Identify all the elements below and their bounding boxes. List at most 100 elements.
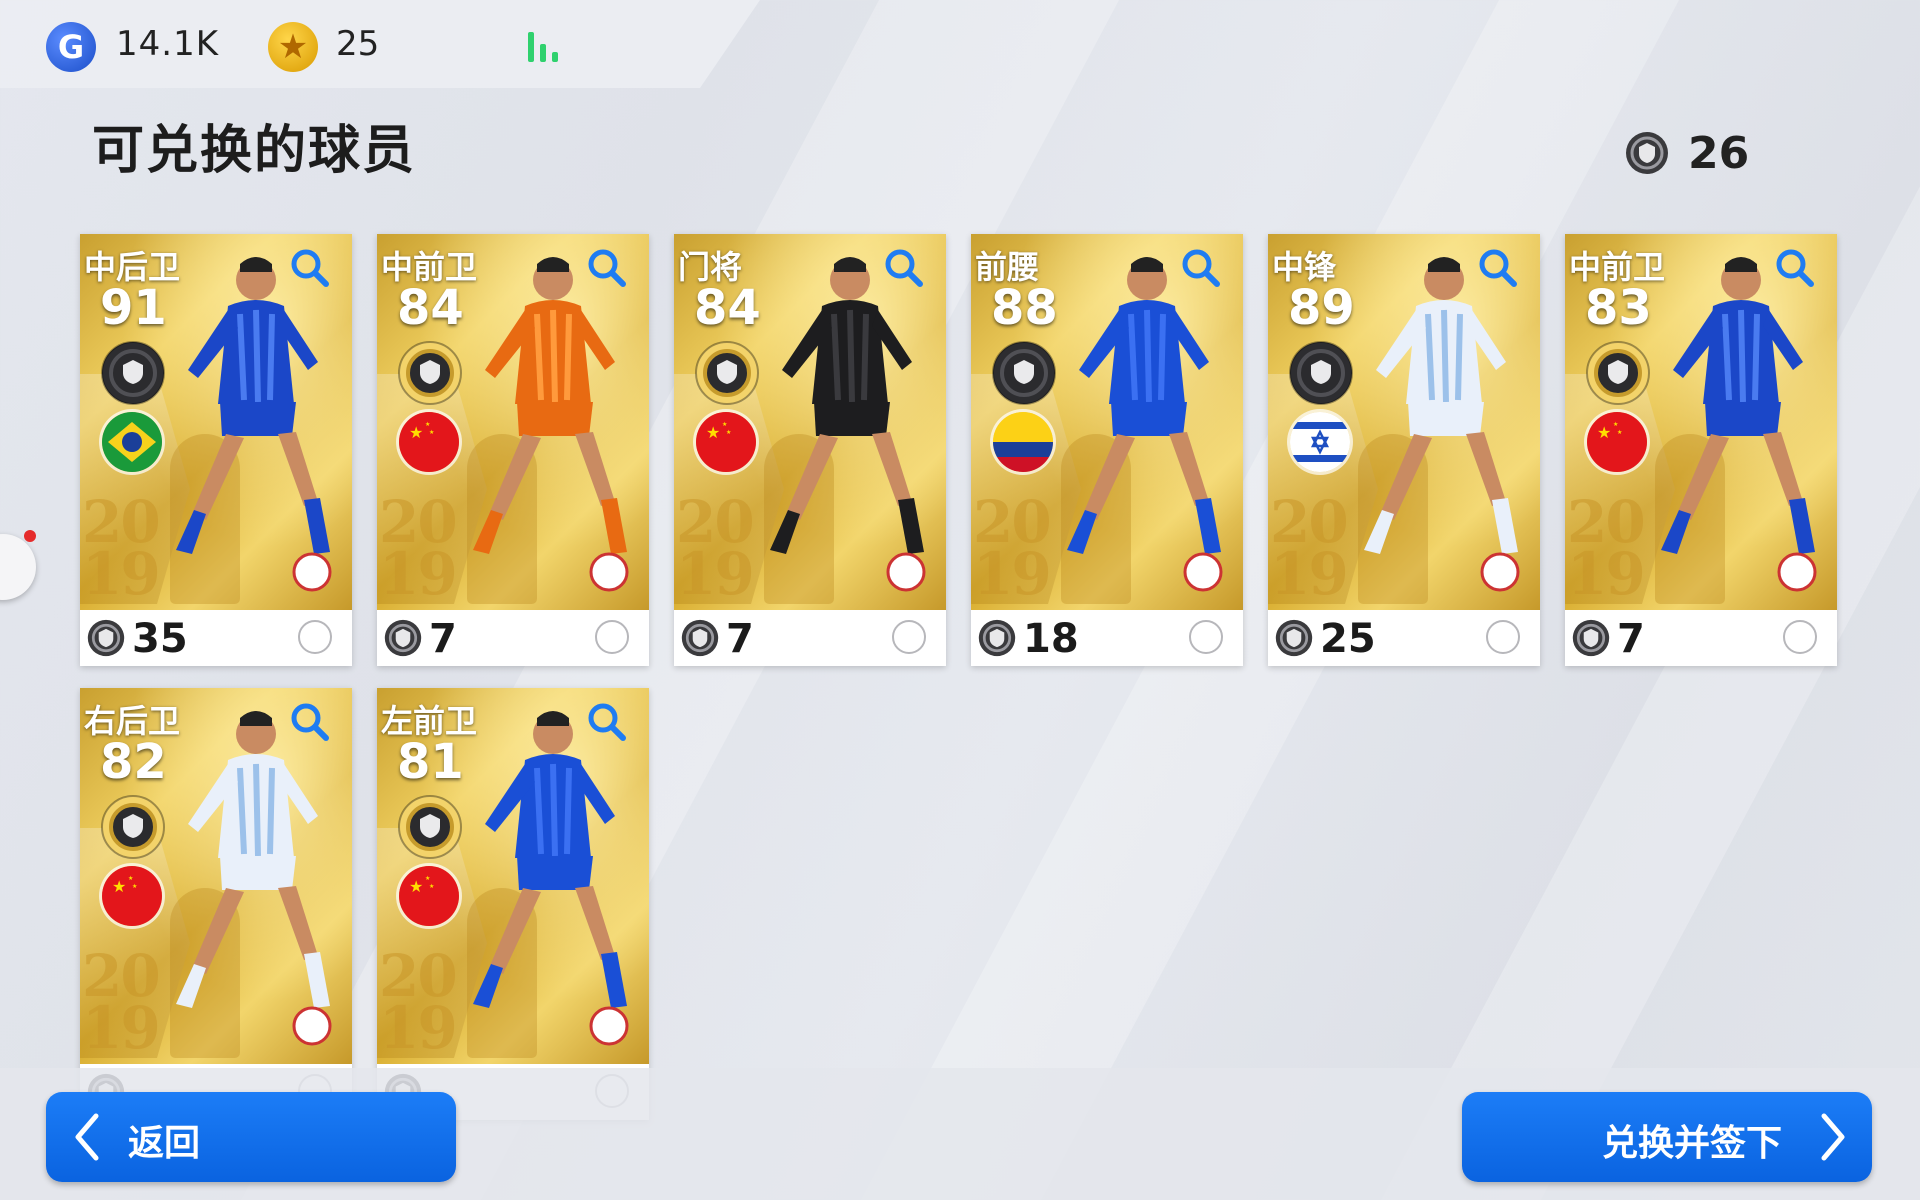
search-icon[interactable] (1179, 246, 1223, 290)
player-card[interactable]: 20 19 右后卫 82 ★ ★ ★ (80, 688, 352, 1120)
player-rating: 82 (100, 734, 167, 790)
player-rating: 84 (397, 280, 464, 336)
gold-badge-icon (100, 794, 166, 860)
player-card-art: 20 19 中前卫 83 ★ ★ ★ (1565, 234, 1837, 610)
svg-text:★: ★ (409, 423, 423, 442)
svg-text:★: ★ (425, 875, 430, 882)
player-rating: 88 (991, 280, 1058, 336)
black-badge-icon (1288, 340, 1354, 406)
page-title: 可兑换的球员 (92, 121, 417, 181)
black-badge-icon (100, 340, 166, 406)
svg-text:★: ★ (112, 877, 126, 896)
svg-text:★: ★ (1597, 423, 1611, 442)
ticket-count: 26 (1688, 128, 1750, 179)
ticket-badge-icon (1626, 132, 1668, 174)
select-checkbox[interactable] (1486, 620, 1520, 654)
card-footer: 25 (1268, 610, 1540, 666)
search-icon[interactable] (288, 700, 332, 744)
ticket-badge-icon (1274, 618, 1314, 662)
player-rating: 83 (1585, 280, 1652, 336)
search-icon[interactable] (882, 246, 926, 290)
back-button-label: 返回 (128, 1123, 201, 1164)
side-drawer-tab[interactable] (0, 534, 36, 600)
israel-flag-icon (1290, 412, 1350, 472)
svg-text:★: ★ (1613, 421, 1618, 428)
chevron-right-icon (1821, 1113, 1845, 1161)
chevron-left-icon (75, 1113, 99, 1161)
china-flag-icon: ★ ★ ★ (399, 866, 459, 926)
svg-text:★: ★ (409, 877, 423, 896)
player-card[interactable]: 20 19 前腰 88 18 (971, 234, 1243, 666)
exchange-sign-button[interactable]: 兑换并签下 (1462, 1092, 1872, 1182)
status-bar (0, 0, 760, 88)
china-flag-icon: ★ ★ ★ (1587, 412, 1647, 472)
search-icon[interactable] (288, 246, 332, 290)
player-card-art: 20 19 中前卫 84 ★ ★ ★ (377, 234, 649, 610)
player-rating: 89 (1288, 280, 1355, 336)
player-card[interactable]: 20 19 门将 84 ★ ★ ★ 7 (674, 234, 946, 666)
ticket-badge-icon (1571, 618, 1611, 662)
ticket-badge-icon (977, 618, 1017, 662)
player-rating: 84 (694, 280, 761, 336)
select-checkbox[interactable] (1783, 620, 1817, 654)
china-flag-icon: ★ ★ ★ (696, 412, 756, 472)
gold-badge-icon (397, 340, 463, 406)
coin-value: 25 (336, 24, 380, 64)
svg-text:★: ★ (726, 429, 731, 436)
svg-text:★: ★ (425, 421, 430, 428)
coin-star-icon: ★ (268, 22, 318, 72)
ticket-cost: 25 (1320, 616, 1376, 662)
player-card-art: 20 19 左前卫 81 ★ ★ ★ (377, 688, 649, 1064)
svg-text:★: ★ (722, 421, 727, 428)
player-card[interactable]: 20 19 中锋 89 25 (1268, 234, 1540, 666)
player-rating: 81 (397, 734, 464, 790)
ticket-badge-icon (86, 618, 126, 662)
svg-text:★: ★ (429, 429, 434, 436)
player-card[interactable]: 20 19 中后卫 91 35 (80, 234, 352, 666)
select-checkbox[interactable] (595, 620, 629, 654)
player-card-art: 20 19 右后卫 82 ★ ★ ★ (80, 688, 352, 1064)
exchange-sign-button-label: 兑换并签下 (1602, 1123, 1783, 1164)
player-card-art: 20 19 前腰 88 (971, 234, 1243, 610)
player-card-art: 20 19 中后卫 91 (80, 234, 352, 610)
back-button[interactable]: 返回 (46, 1092, 456, 1182)
ticket-cost: 7 (1617, 616, 1645, 662)
black-badge-icon (991, 340, 1057, 406)
search-icon[interactable] (1773, 246, 1817, 290)
svg-text:★: ★ (1617, 429, 1622, 436)
player-card-art: 20 19 门将 84 ★ ★ ★ (674, 234, 946, 610)
ticket-badge-icon (680, 618, 720, 662)
ticket-badge-icon (383, 618, 423, 662)
gold-badge-icon (1585, 340, 1651, 406)
colombia-flag-icon (993, 412, 1053, 472)
player-card[interactable]: 20 19 中前卫 83 ★ ★ ★ 7 (1565, 234, 1837, 666)
gold-badge-icon (397, 794, 463, 860)
select-checkbox[interactable] (298, 620, 332, 654)
gp-currency-icon: G (46, 22, 96, 72)
ticket-cost: 18 (1023, 616, 1079, 662)
player-card[interactable]: 20 19 左前卫 81 ★ ★ ★ (377, 688, 649, 1120)
player-rating: 91 (100, 280, 167, 336)
player-card[interactable]: 20 19 中前卫 84 ★ ★ ★ 7 (377, 234, 649, 666)
player-card-art: 20 19 中锋 89 (1268, 234, 1540, 610)
search-icon[interactable] (585, 700, 629, 744)
select-checkbox[interactable] (892, 620, 926, 654)
svg-text:★: ★ (128, 875, 133, 882)
search-icon[interactable] (1476, 246, 1520, 290)
ticket-cost: 35 (132, 616, 188, 662)
brazil-flag-icon (102, 412, 162, 472)
svg-text:★: ★ (429, 883, 434, 890)
card-footer: 7 (377, 610, 649, 666)
ticket-cost: 7 (429, 616, 457, 662)
search-icon[interactable] (585, 246, 629, 290)
china-flag-icon: ★ ★ ★ (102, 866, 162, 926)
select-checkbox[interactable] (1189, 620, 1223, 654)
gold-badge-icon (694, 340, 760, 406)
ticket-cost: 7 (726, 616, 754, 662)
svg-text:★: ★ (706, 423, 720, 442)
card-footer: 7 (1565, 610, 1837, 666)
card-footer: 18 (971, 610, 1243, 666)
card-footer: 35 (80, 610, 352, 666)
signal-strength-icon (528, 26, 568, 62)
china-flag-icon: ★ ★ ★ (399, 412, 459, 472)
